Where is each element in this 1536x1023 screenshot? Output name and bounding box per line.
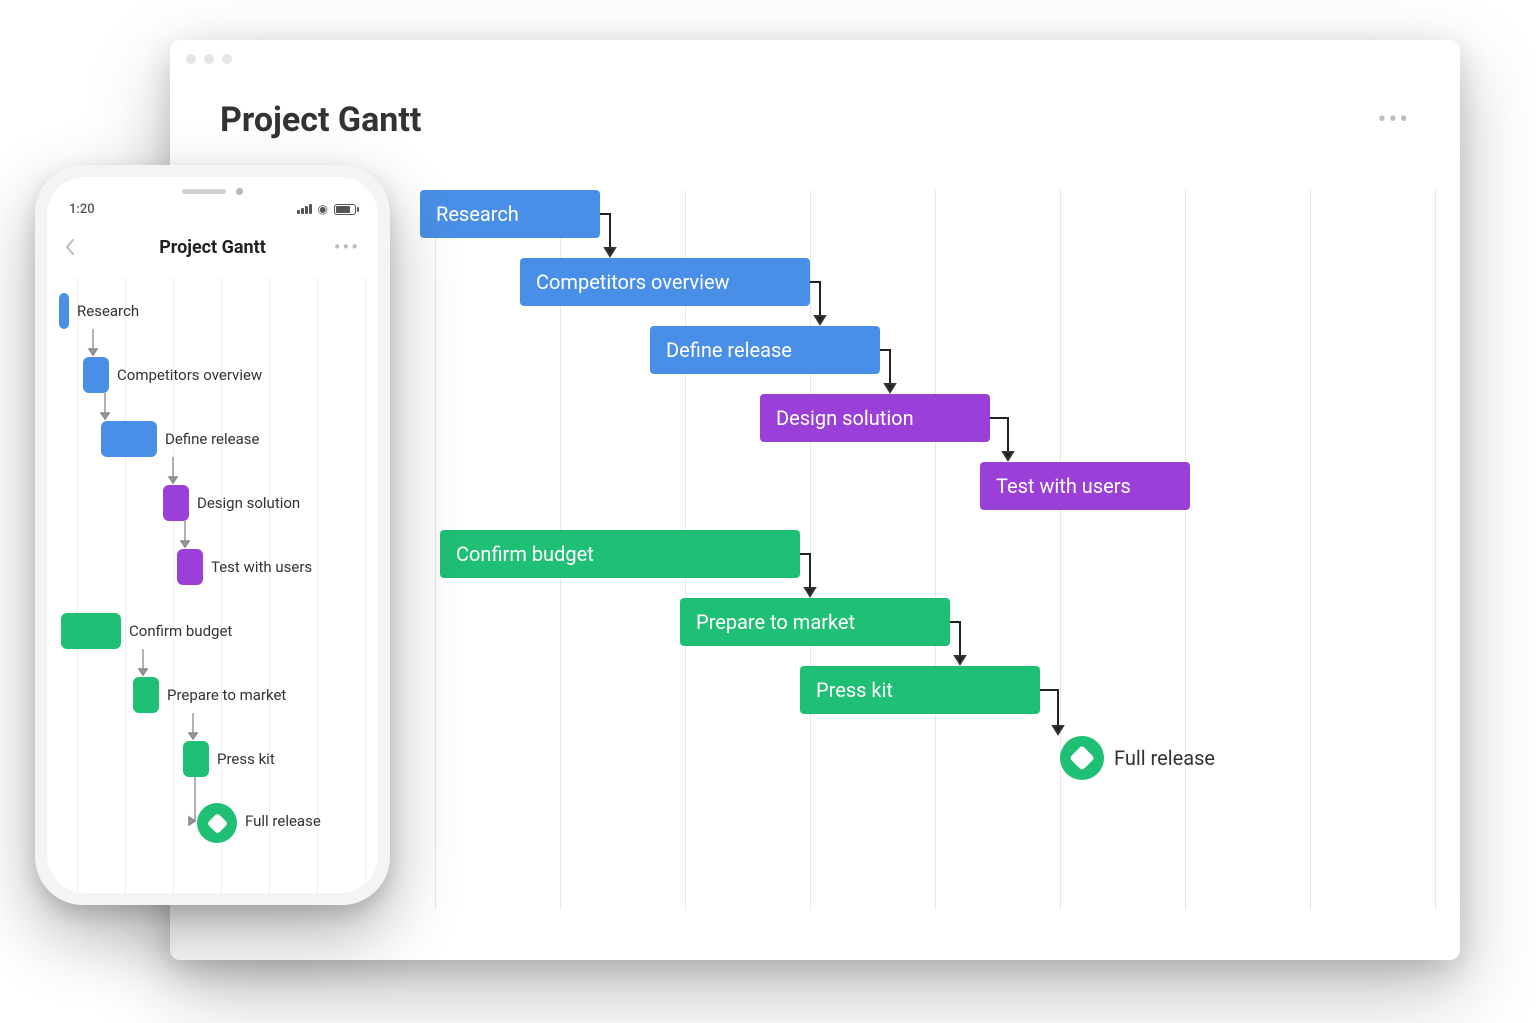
gantt-bar-label: Design solution [197,485,300,521]
status-icons: ◉ [297,202,356,216]
desktop-header: Project Gantt ••• [170,40,1460,160]
gantt-bar-label: Prepare to market [167,677,286,713]
gantt-bar-label: Test with users [211,549,312,585]
battery-icon [334,204,356,215]
gantt-bar-press[interactable]: Press kit [800,666,1040,714]
gantt-bar-competitors[interactable] [83,357,109,393]
gantt-bar-label: Research [77,293,139,329]
cell-signal-icon [297,204,312,214]
gantt-chart-mobile: Research Competitors overview Define relea… [47,277,378,893]
gantt-bar-label: Press kit [217,741,275,777]
gantt-gridline [1435,190,1436,910]
milestone-release[interactable] [197,803,237,843]
window-traffic-lights[interactable] [186,54,232,64]
gantt-bar-market[interactable]: Prepare to market [680,598,950,646]
gantt-bar-research[interactable] [59,293,69,329]
gantt-bar-define[interactable] [101,421,157,457]
gantt-gridline [269,277,270,893]
gantt-bar-label: Define release [165,421,259,457]
gantt-gridline [1060,190,1061,910]
more-menu-button[interactable]: ••• [1378,105,1410,135]
gantt-gridline [1185,190,1186,910]
gantt-gridline [435,190,436,910]
window-close-dot[interactable] [186,54,196,64]
gantt-bar-competitors[interactable]: Competitors overview [520,258,810,306]
wifi-icon: ◉ [318,202,328,216]
back-button[interactable] [65,227,75,267]
chevron-left-icon [65,239,75,255]
milestone-release[interactable] [1060,736,1104,780]
gantt-gridline [365,277,366,893]
window-min-dot[interactable] [204,54,214,64]
gantt-bar-press[interactable] [183,741,209,777]
phone-more-button[interactable]: ••• [334,227,360,267]
phone-frame: 1:20 ◉ Project Gantt ••• Research Competi… [35,165,390,905]
gantt-gridline [77,277,78,893]
gantt-gridline [935,190,936,910]
gantt-gridline [810,190,811,910]
gantt-bar-budget[interactable]: Confirm budget [440,530,800,578]
phone-header: Project Gantt ••• [47,227,378,267]
phone-notch [168,187,258,195]
milestone-label: Full release [1114,734,1215,782]
gantt-gridline [317,277,318,893]
gantt-bar-label: Confirm budget [129,613,232,649]
phone-title: Project Gantt [159,237,266,258]
gantt-bar-define[interactable]: Define release [650,326,880,374]
gantt-bar-research[interactable]: Research [420,190,600,238]
page-title: Project Gantt [220,100,421,140]
gantt-bar-test[interactable] [177,549,203,585]
diamond-icon [206,812,227,833]
status-bar: 1:20 ◉ [47,199,378,219]
gantt-bar-design[interactable] [163,485,189,521]
window-max-dot[interactable] [222,54,232,64]
gantt-bar-label: Competitors overview [117,357,262,393]
gantt-bar-test[interactable]: Test with users [980,462,1190,510]
gantt-bar-budget[interactable] [61,613,121,649]
phone-screen: 1:20 ◉ Project Gantt ••• Research Competi… [47,177,378,893]
milestone-label: Full release [245,803,321,839]
gantt-bar-market[interactable] [133,677,159,713]
status-time: 1:20 [69,202,95,217]
gantt-bar-design[interactable]: Design solution [760,394,990,442]
diamond-icon [1069,745,1094,770]
gantt-gridline [1310,190,1311,910]
